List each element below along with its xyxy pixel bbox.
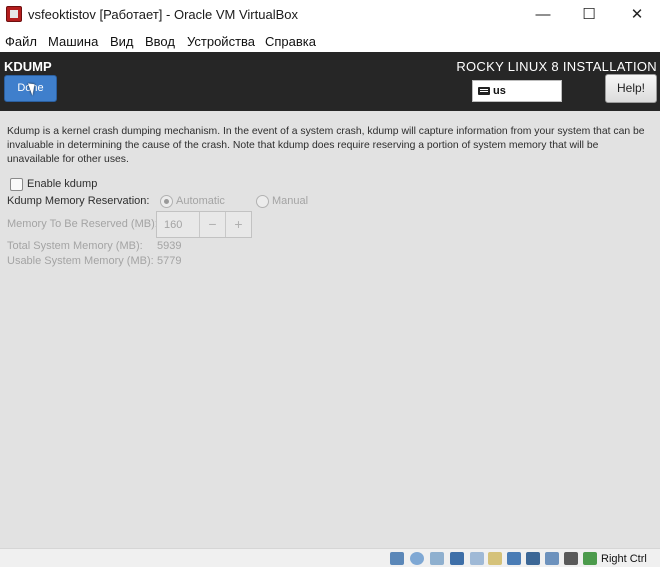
- close-icon[interactable]: ✕: [614, 3, 660, 27]
- optical-drive-icon[interactable]: [410, 552, 424, 565]
- menu-view[interactable]: Вид: [110, 34, 134, 49]
- virtualbox-statusbar: Right Ctrl: [0, 548, 660, 567]
- window-title: vsfeoktistov [Работает] - Oracle VM Virt…: [28, 7, 298, 22]
- reservation-automatic-label[interactable]: Automatic: [176, 195, 225, 207]
- decrement-button[interactable]: −: [199, 212, 225, 237]
- kdump-panel: Kdump is a kernel crash dumping mechanis…: [0, 111, 660, 548]
- page-title: KDUMP: [4, 59, 52, 74]
- memory-reservation-label: Kdump Memory Reservation:: [7, 195, 150, 207]
- memory-reserved-value[interactable]: 160: [164, 219, 182, 231]
- mouse-integration-icon[interactable]: [583, 552, 597, 565]
- usable-memory-label: Usable System Memory (MB):: [7, 255, 154, 267]
- menu-file[interactable]: Файл: [5, 34, 37, 49]
- memory-reserved-label: Memory To Be Reserved (MB):: [7, 218, 158, 230]
- virtualization-icon[interactable]: [545, 552, 559, 565]
- shared-folders-icon[interactable]: [488, 552, 502, 565]
- cpu-icon[interactable]: [564, 552, 578, 565]
- usable-memory-value: 5779: [157, 255, 182, 267]
- menu-devices[interactable]: Устройства: [187, 34, 255, 49]
- minimize-icon[interactable]: —: [520, 3, 566, 27]
- menu-bar: Файл Машина Вид Ввод Устройства Справка: [0, 31, 660, 52]
- keyboard-icon: [478, 87, 490, 95]
- enable-kdump-checkbox[interactable]: [10, 178, 23, 191]
- host-key-label: Right Ctrl: [601, 553, 647, 565]
- usb-icon[interactable]: [470, 552, 484, 565]
- network-icon[interactable]: [450, 552, 464, 565]
- reservation-manual-label[interactable]: Manual: [272, 195, 308, 207]
- enable-kdump-label[interactable]: Enable kdump: [27, 178, 97, 190]
- keyboard-layout-label: us: [493, 85, 506, 97]
- window-titlebar: vsfeoktistov [Работает] - Oracle VM Virt…: [0, 0, 660, 31]
- installer-header: KDUMP Done ROCKY LINUX 8 INSTALLATION us…: [0, 52, 660, 111]
- audio-icon[interactable]: [430, 552, 444, 565]
- kdump-description: Kdump is a kernel crash dumping mechanis…: [7, 126, 645, 165]
- menu-input[interactable]: Ввод: [145, 34, 175, 49]
- installation-title: ROCKY LINUX 8 INSTALLATION: [456, 59, 657, 74]
- total-memory-value: 5939: [157, 240, 182, 252]
- keyboard-layout-indicator[interactable]: us: [472, 80, 562, 102]
- increment-button[interactable]: +: [225, 212, 251, 237]
- reservation-manual-radio[interactable]: [256, 195, 269, 208]
- reservation-automatic-radio[interactable]: [160, 195, 173, 208]
- hard-disk-icon[interactable]: [390, 552, 404, 565]
- menu-machine[interactable]: Машина: [48, 34, 98, 49]
- total-memory-label: Total System Memory (MB):: [7, 240, 143, 252]
- menu-help[interactable]: Справка: [265, 34, 316, 49]
- display-icon[interactable]: [507, 552, 521, 565]
- video-capture-icon[interactable]: [526, 552, 540, 565]
- memory-reserved-spinbox[interactable]: 160 − +: [156, 211, 252, 238]
- virtualbox-app-icon: [6, 6, 22, 22]
- help-button[interactable]: Help!: [605, 74, 657, 103]
- maximize-icon[interactable]: ☐: [566, 3, 612, 27]
